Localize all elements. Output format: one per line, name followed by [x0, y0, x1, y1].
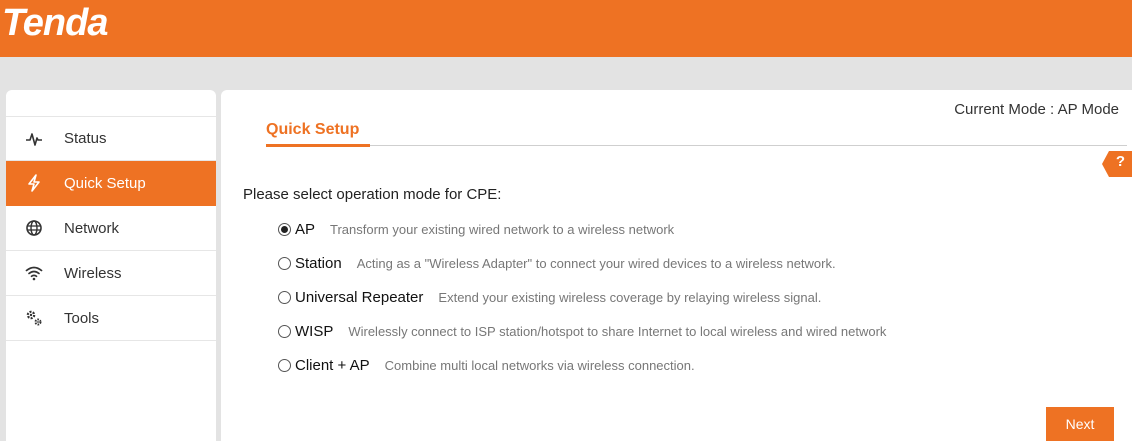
mode-option-label: Universal Repeater — [295, 288, 424, 306]
mode-option-description: Acting as a "Wireless Adapter" to connec… — [356, 255, 836, 271]
header-band — [0, 57, 1132, 87]
radio-client-ap[interactable] — [278, 358, 291, 372]
mode-option-ap[interactable]: AP Transform your existing wired network… — [278, 212, 886, 246]
next-button[interactable]: Next — [1046, 407, 1114, 441]
radio-ap[interactable] — [278, 222, 291, 236]
title-underline — [266, 144, 370, 147]
sidebar-item-label: Network — [64, 219, 120, 237]
sidebar-item-status[interactable]: Status — [6, 116, 216, 161]
lightning-icon — [25, 174, 43, 192]
sidebar-item-label: Tools — [64, 309, 100, 327]
sidebar-item-network[interactable]: Network — [6, 206, 216, 251]
mode-prompt: Please select operation mode for CPE: — [243, 186, 502, 203]
mode-option-client-ap[interactable]: Client + AP Combine multi local networks… — [278, 348, 886, 382]
nav-list: Status Quick Setup Network Wireless Tool… — [6, 116, 216, 341]
mode-option-station[interactable]: Station Acting as a "Wireless Adapter" t… — [278, 246, 886, 280]
top-header: Tenda — [0, 0, 1132, 57]
current-mode-label: Current Mode : AP Mode — [954, 101, 1119, 118]
mode-option-description: Combine multi local networks via wireles… — [384, 357, 695, 373]
mode-option-description: Wirelessly connect to ISP station/hotspo… — [348, 323, 887, 339]
mode-option-description: Extend your existing wireless coverage b… — [438, 289, 822, 305]
sidebar-item-wireless[interactable]: Wireless — [6, 251, 216, 296]
mode-option-label: Station — [295, 254, 342, 272]
help-icon: ? — [1115, 153, 1125, 170]
wifi-icon — [25, 264, 43, 282]
page-title: Quick Setup — [266, 121, 360, 138]
mode-option-wisp[interactable]: WISP Wirelessly connect to ISP station/h… — [278, 314, 886, 348]
radio-wisp[interactable] — [278, 324, 291, 338]
sidebar: Status Quick Setup Network Wireless Tool… — [6, 90, 216, 441]
gears-icon — [25, 309, 43, 327]
mode-option-label: WISP — [295, 322, 334, 340]
mode-option-label: AP — [295, 220, 316, 238]
sidebar-item-quick-setup[interactable]: Quick Setup — [6, 161, 216, 206]
mode-option-label: Client + AP — [295, 356, 370, 374]
globe-icon — [25, 219, 43, 237]
pulse-icon — [25, 130, 43, 148]
mode-option-universal-repeater[interactable]: Universal Repeater Extend your existing … — [278, 280, 886, 314]
sidebar-item-label: Wireless — [64, 264, 122, 282]
mode-option-description: Transform your existing wired network to… — [330, 221, 675, 237]
sidebar-item-label: Status — [64, 130, 107, 147]
tenda-logo: Tenda — [2, 2, 108, 44]
radio-universal-repeater[interactable] — [278, 290, 291, 304]
mode-options: AP Transform your existing wired network… — [278, 212, 886, 382]
main-panel: Current Mode : AP Mode Quick Setup ? Ple… — [221, 90, 1132, 441]
sidebar-item-label: Quick Setup — [64, 174, 146, 192]
sidebar-item-tools[interactable]: Tools — [6, 296, 216, 341]
radio-station[interactable] — [278, 256, 291, 270]
title-divider — [370, 145, 1127, 146]
